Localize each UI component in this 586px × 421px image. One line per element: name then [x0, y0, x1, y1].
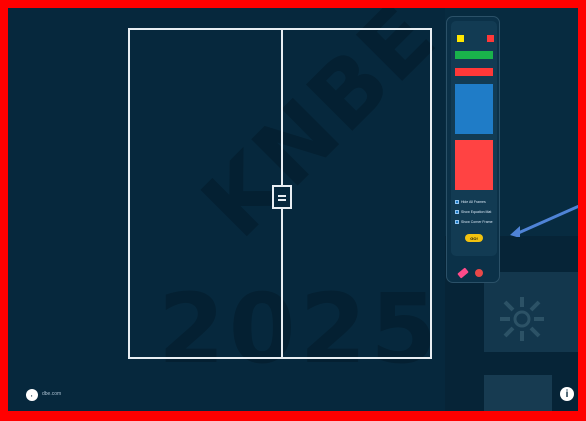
red-square-tile[interactable] — [487, 35, 494, 42]
hide-all-frames-option[interactable]: Hide All Frames — [455, 198, 486, 206]
background-panel-small — [484, 375, 552, 411]
yellow-square-tile[interactable] — [457, 35, 464, 42]
blue-arrow-annotation — [510, 204, 578, 237]
show-equation-mat-option[interactable]: Show Equation Mat — [455, 208, 491, 216]
equals-sign-icon — [272, 185, 292, 209]
info-icon[interactable]: i — [560, 387, 574, 401]
option-label: Hide All Frames — [461, 200, 486, 204]
didax-logo-icon: ◐ — [26, 389, 38, 401]
equals-bar-bottom — [278, 199, 286, 201]
equals-bar-top — [278, 195, 286, 197]
blue-block-tile[interactable] — [455, 84, 493, 134]
checkbox[interactable] — [455, 210, 459, 214]
green-bar-tile[interactable] — [455, 51, 493, 59]
show-corner-frame-option[interactable]: Show Corner Frame — [455, 218, 493, 226]
palette-content: Hide All Frames Show Equation Mat Show C… — [451, 21, 497, 256]
equation-board[interactable] — [128, 28, 432, 359]
red-block-tile[interactable] — [455, 140, 493, 190]
go-button[interactable]: GO! — [465, 234, 483, 242]
checkbox[interactable] — [455, 200, 459, 204]
red-circle-icon[interactable] — [475, 269, 483, 277]
checkbox[interactable] — [455, 220, 459, 224]
footer-logo-text: dbe.com — [42, 391, 62, 397]
faded-gear-icon — [500, 297, 544, 341]
app-canvas: KNBE 2025 Hide All Frames Show Equation … — [8, 8, 578, 411]
eraser-icon[interactable] — [457, 267, 469, 279]
tool-palette: Hide All Frames Show Equation Mat Show C… — [446, 16, 500, 283]
option-label: Show Equation Mat — [461, 210, 492, 214]
palette-tools — [446, 263, 500, 283]
red-bar-tile[interactable] — [455, 68, 493, 76]
option-label: Show Corner Frame — [461, 220, 493, 224]
